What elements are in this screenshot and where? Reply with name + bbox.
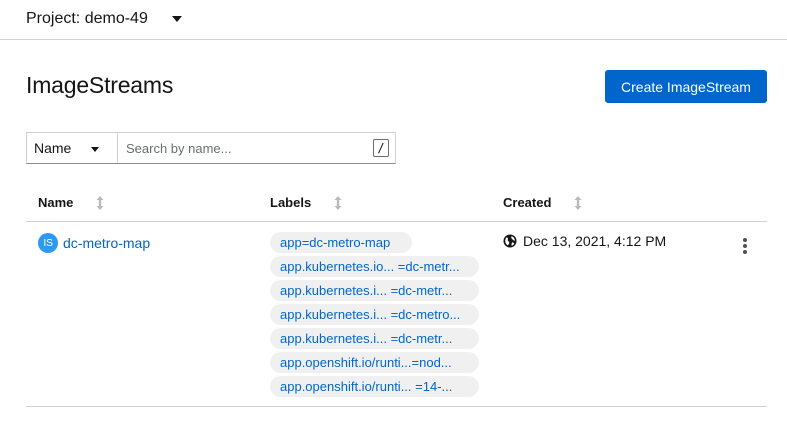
column-header-name-label: Name [38, 195, 74, 210]
column-header-name[interactable]: Name [38, 195, 105, 210]
sort-icon [333, 195, 343, 210]
created-cell: Dec 13, 2021, 4:12 PM [503, 233, 666, 249]
slash-shortcut-hint: / [373, 139, 389, 157]
created-timestamp: Dec 13, 2021, 4:12 PM [523, 233, 667, 249]
column-header-labels[interactable]: Labels [270, 195, 343, 210]
create-imagestream-button[interactable]: Create ImageStream [605, 70, 767, 103]
sort-icon [573, 195, 583, 210]
page-title: ImageStreams [26, 72, 174, 98]
label-chip[interactable]: app.kubernetes.i... =dc-metr... [270, 280, 479, 301]
caret-down-icon [91, 147, 99, 152]
sort-icon [95, 195, 105, 210]
search-input[interactable] [118, 133, 395, 163]
caret-down-icon [172, 16, 182, 22]
labels-cell: app=dc-metro-map app.kubernetes.io... =d… [270, 232, 482, 400]
column-header-labels-label: Labels [270, 195, 312, 210]
label-chip[interactable]: app.kubernetes.i... =dc-metro... [270, 304, 479, 325]
name-cell: IS dc-metro-map [38, 233, 150, 253]
project-selector[interactable]: Project: demo-49 [26, 8, 182, 30]
table-header: Name Labels Created [26, 186, 767, 222]
filter-toolbar: Name / [26, 132, 396, 164]
table-row: IS dc-metro-map app=dc-metro-map app.kub… [26, 222, 767, 407]
globe-icon [503, 234, 517, 248]
kebab-icon[interactable] [738, 236, 752, 256]
column-header-created-label: Created [503, 195, 552, 210]
label-chip[interactable]: app.openshift.io/runti...=nod... [270, 352, 479, 373]
label-chip[interactable]: app=dc-metro-map [270, 232, 412, 253]
filter-type-label: Name [34, 140, 72, 156]
label-chip[interactable]: app.openshift.io/runti... =14-... [270, 376, 479, 397]
imagestream-link[interactable]: dc-metro-map [63, 235, 150, 251]
search-field: / [118, 133, 395, 163]
label-chip[interactable]: app.kubernetes.io... =dc-metr... [270, 256, 479, 277]
filter-type-select[interactable]: Name [27, 133, 118, 163]
project-selector-label: Project: demo-49 [26, 10, 148, 27]
imagestream-badge-icon: IS [38, 233, 58, 253]
column-header-created[interactable]: Created [503, 195, 583, 210]
label-chip[interactable]: app.kubernetes.i... =dc-metr... [270, 328, 479, 349]
imagestreams-table: Name Labels Created IS dc-metro-map app=… [26, 186, 767, 407]
project-bar: Project: demo-49 [0, 0, 787, 40]
